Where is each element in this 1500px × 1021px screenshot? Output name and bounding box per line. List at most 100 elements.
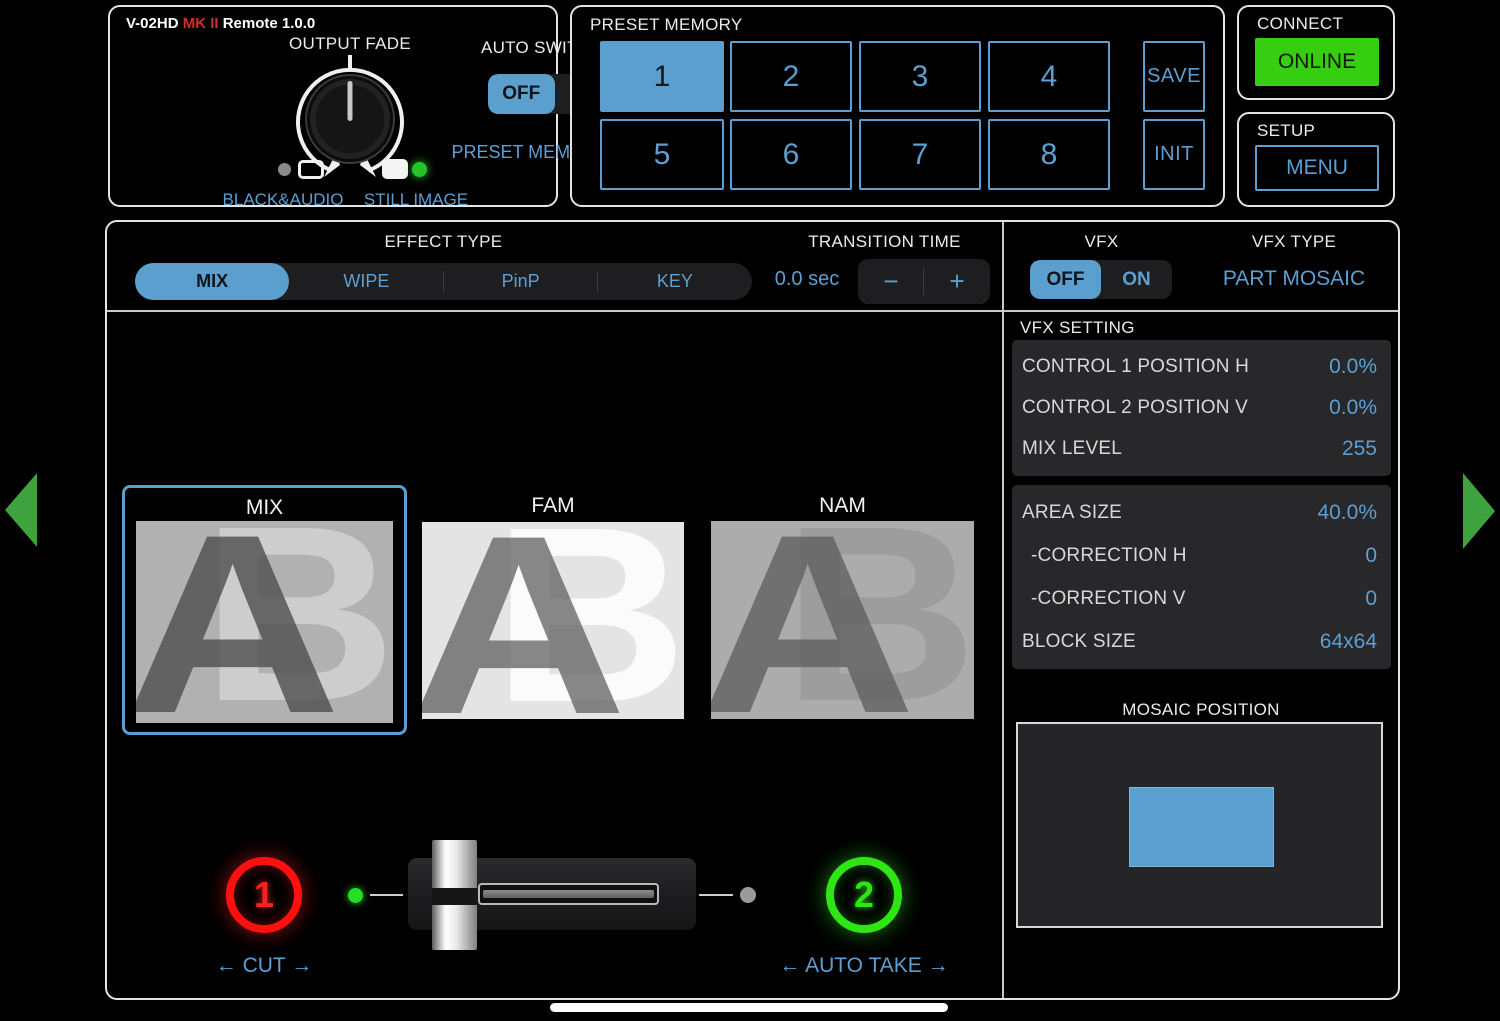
- connect-panel: CONNECT ONLINE: [1237, 5, 1395, 100]
- preview-fam-label: FAM: [422, 494, 684, 518]
- prev-page-arrow-icon[interactable]: [5, 473, 37, 547]
- setting-value: 0.0%: [1329, 355, 1377, 379]
- preset-init-button[interactable]: INIT: [1143, 119, 1205, 190]
- input-1-button[interactable]: 1: [226, 857, 302, 933]
- setting-row-area-size[interactable]: AREA SIZE 40.0%: [1012, 491, 1391, 534]
- effect-type-wipe-button[interactable]: WIPE: [289, 263, 443, 300]
- black-audio-indicator-dot: [278, 163, 291, 176]
- mosaic-position-rect[interactable]: [1129, 787, 1274, 867]
- preset-button-2[interactable]: 2: [730, 41, 852, 112]
- setting-label: MIX LEVEL: [1022, 438, 1122, 460]
- app-title-model: V-02HD: [126, 15, 183, 32]
- next-page-arrow-icon[interactable]: [1463, 473, 1495, 549]
- setup-menu-button[interactable]: MENU: [1255, 145, 1379, 191]
- transition-time-label: TRANSITION TIME: [777, 232, 992, 252]
- preview-fam-image[interactable]: B A: [422, 522, 684, 719]
- setting-row-correction-v[interactable]: -CORRECTION V 0: [1012, 577, 1391, 620]
- preset-button-8[interactable]: 8: [988, 119, 1110, 190]
- setting-value: 255: [1342, 437, 1377, 461]
- setting-label: -CORRECTION H: [1022, 545, 1187, 567]
- auto-take-gesture-label: ← AUTO TAKE →: [754, 954, 974, 978]
- setting-row-control2-v[interactable]: CONTROL 2 POSITION V 0.0%: [1012, 387, 1391, 428]
- preset-memory-panel: PRESET MEMORY 1 2 3 4 SAVE 5 6 7 8 INIT: [570, 5, 1225, 207]
- effect-type-mix-button[interactable]: MIX: [135, 263, 289, 300]
- app-screen: V-02HD MK II Remote 1.0.0 OUTPUT FADE: [0, 0, 1500, 1021]
- home-indicator[interactable]: [550, 1003, 948, 1012]
- effect-type-key-button[interactable]: KEY: [598, 263, 752, 300]
- switcher-left-column: EFFECT TYPE MIX WIPE PinP KEY TRANSITION…: [107, 222, 1002, 998]
- vfx-off-button[interactable]: OFF: [1030, 260, 1101, 299]
- setting-value: 40.0%: [1317, 501, 1377, 525]
- vfx-type-value[interactable]: PART MOSAIC: [1189, 267, 1399, 291]
- preset-button-4[interactable]: 4: [988, 41, 1110, 112]
- black-audio-label[interactable]: BLACK&AUDIO: [218, 190, 348, 210]
- fader-groove: [478, 883, 659, 905]
- mosaic-position-title: MOSAIC POSITION: [1004, 700, 1398, 720]
- fader-groove-bar: [483, 890, 654, 898]
- auto-switching-off-button[interactable]: OFF: [488, 74, 555, 114]
- transition-time-plus-button[interactable]: +: [924, 259, 990, 304]
- transition-time-stepper: − +: [858, 259, 990, 304]
- setup-panel: SETUP MENU: [1237, 112, 1395, 207]
- setting-row-correction-h[interactable]: -CORRECTION H 0: [1012, 534, 1391, 577]
- preset-button-5[interactable]: 5: [600, 119, 724, 190]
- preview-mix-selected[interactable]: MIX B A: [122, 485, 407, 735]
- vfx-setting-card-2: AREA SIZE 40.0% -CORRECTION H 0 -CORRECT…: [1012, 485, 1391, 669]
- switcher-main-panel: EFFECT TYPE MIX WIPE PinP KEY TRANSITION…: [105, 220, 1400, 1000]
- transition-time-value: 0.0 sec: [762, 268, 852, 291]
- transition-time-minus-button[interactable]: −: [858, 259, 924, 304]
- vfx-setting-card-1: CONTROL 1 POSITION H 0.0% CONTROL 2 POSI…: [1012, 340, 1391, 476]
- app-title-mk: MK II: [183, 15, 219, 32]
- fader-handle[interactable]: [432, 840, 477, 950]
- app-title-version: Remote 1.0.0: [219, 15, 316, 32]
- setting-row-block-size[interactable]: BLOCK SIZE 64x64: [1012, 620, 1391, 663]
- vfx-type-label: VFX TYPE: [1199, 232, 1389, 252]
- preview-mix-letter-a: A: [136, 521, 341, 723]
- preview-mix-image: B A: [136, 521, 393, 723]
- preset-memory-title: PRESET MEMORY: [590, 15, 743, 35]
- preview-nam-letter-a: A: [711, 521, 916, 719]
- effect-type-label: EFFECT TYPE: [135, 232, 752, 252]
- setting-row-control1-h[interactable]: CONTROL 1 POSITION H 0.0%: [1012, 346, 1391, 387]
- preview-fam-letter-a: A: [422, 522, 627, 719]
- vfx-column: VFX OFF ON VFX TYPE PART MOSAIC VFX SETT…: [1002, 222, 1398, 998]
- black-audio-icon: [298, 160, 324, 179]
- vfx-header-row: VFX OFF ON VFX TYPE PART MOSAIC: [1004, 222, 1398, 312]
- online-status-button[interactable]: ONLINE: [1255, 38, 1379, 86]
- setting-label: CONTROL 2 POSITION V: [1022, 397, 1248, 419]
- fader-line-right: [699, 894, 733, 896]
- vfx-setting-title: VFX SETTING: [1020, 318, 1135, 338]
- preview-nam-image[interactable]: B A: [711, 521, 974, 719]
- fader-line-left: [370, 894, 403, 896]
- effect-type-row: EFFECT TYPE MIX WIPE PinP KEY TRANSITION…: [107, 222, 1002, 312]
- fader-end-b-indicator-dot: [740, 887, 756, 903]
- preset-save-button[interactable]: SAVE: [1143, 41, 1205, 112]
- setting-label: -CORRECTION V: [1022, 588, 1186, 610]
- output-fade-panel: V-02HD MK II Remote 1.0.0 OUTPUT FADE: [108, 5, 558, 207]
- setting-row-mix-level[interactable]: MIX LEVEL 255: [1012, 428, 1391, 469]
- still-image-icon: [382, 159, 408, 179]
- preset-button-3[interactable]: 3: [859, 41, 981, 112]
- effect-type-segmented-control: MIX WIPE PinP KEY: [135, 263, 752, 300]
- setting-value: 64x64: [1320, 630, 1377, 654]
- still-image-label[interactable]: STILL IMAGE: [356, 190, 476, 210]
- preset-button-1[interactable]: 1: [600, 41, 724, 112]
- setup-title: SETUP: [1257, 121, 1315, 141]
- setting-label: CONTROL 1 POSITION H: [1022, 356, 1249, 378]
- setting-value: 0: [1365, 544, 1377, 568]
- cut-gesture-label: ← CUT →: [184, 954, 344, 978]
- preset-button-7[interactable]: 7: [859, 119, 981, 190]
- mosaic-position-area[interactable]: [1016, 722, 1383, 928]
- output-fade-label: OUTPUT FADE: [240, 34, 460, 54]
- setting-label: BLOCK SIZE: [1022, 631, 1136, 653]
- input-2-button[interactable]: 2: [826, 857, 902, 933]
- vfx-toggle: OFF ON: [1030, 260, 1172, 299]
- connect-title: CONNECT: [1257, 14, 1343, 34]
- effect-type-pinp-button[interactable]: PinP: [444, 263, 598, 300]
- still-image-indicator-dot: [412, 162, 427, 177]
- fader-handle-band: [432, 888, 477, 905]
- preview-mix-label: MIX: [125, 496, 404, 520]
- setting-value: 0: [1365, 587, 1377, 611]
- preset-button-6[interactable]: 6: [730, 119, 852, 190]
- vfx-on-button[interactable]: ON: [1101, 260, 1172, 299]
